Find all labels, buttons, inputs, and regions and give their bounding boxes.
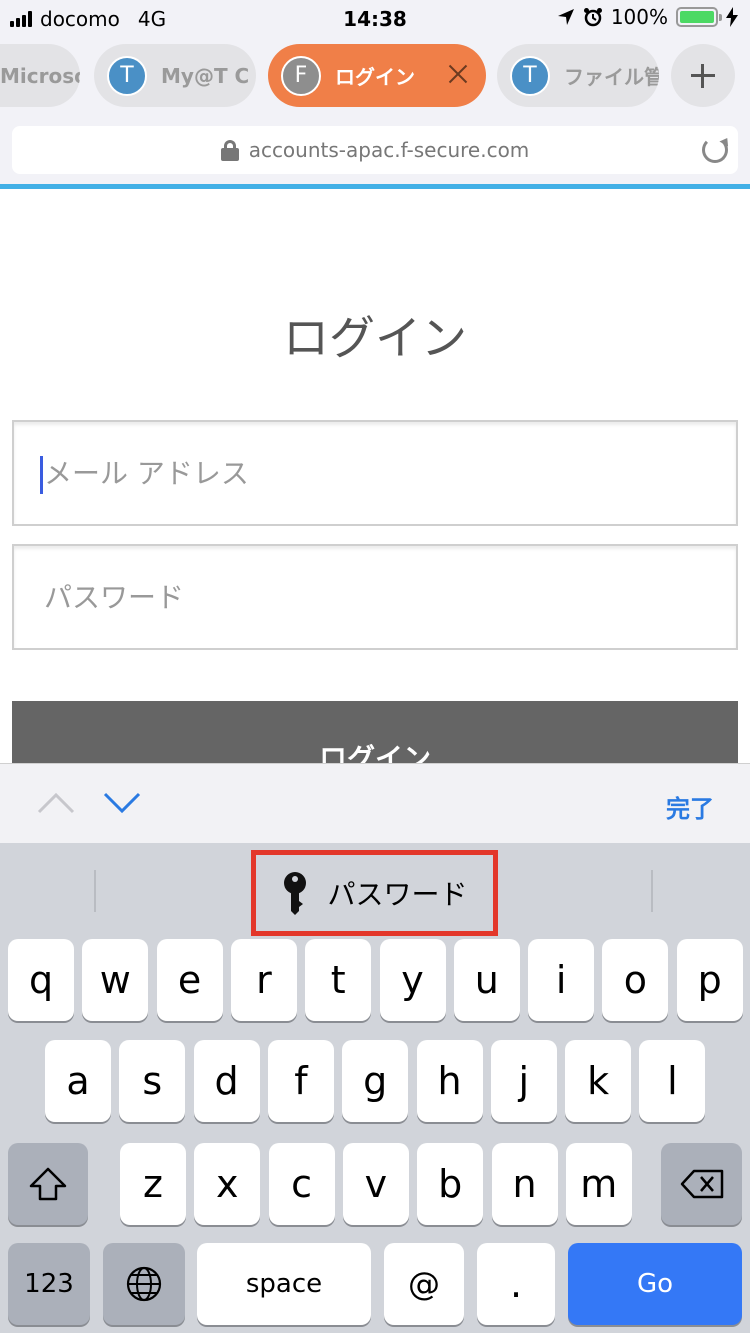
next-field-chevron-down-icon[interactable] xyxy=(102,788,142,818)
tab-label: ログイン xyxy=(335,65,415,89)
key-g[interactable]: g xyxy=(342,1040,409,1122)
shift-arrow-icon xyxy=(29,1167,67,1201)
done-button[interactable]: 完了 xyxy=(666,789,714,824)
globe-key[interactable] xyxy=(103,1243,185,1325)
key-p[interactable]: p xyxy=(676,939,743,1021)
key-y[interactable]: y xyxy=(379,939,446,1021)
battery-percent: 100% xyxy=(610,5,668,29)
close-tab-icon[interactable] xyxy=(444,60,472,88)
charging-bolt-icon xyxy=(726,7,738,27)
globe-icon xyxy=(126,1266,162,1302)
at-key[interactable]: @ xyxy=(384,1243,464,1325)
space-key[interactable]: space xyxy=(197,1243,371,1325)
tab-label: ファイル管 xyxy=(564,65,659,89)
key-k[interactable]: k xyxy=(565,1040,632,1122)
email-field[interactable] xyxy=(12,420,738,526)
battery-icon xyxy=(676,7,722,27)
location-arrow-icon xyxy=(557,9,574,25)
key-w[interactable]: w xyxy=(82,939,149,1021)
numbers-key[interactable]: 123 xyxy=(8,1243,90,1325)
page-title: ログイン xyxy=(283,311,467,365)
reload-icon[interactable] xyxy=(702,137,728,163)
key-icon xyxy=(284,872,307,915)
email-input[interactable] xyxy=(14,422,736,524)
go-key[interactable]: Go xyxy=(568,1243,742,1325)
key-q[interactable]: q xyxy=(8,939,74,1021)
backspace-icon xyxy=(680,1169,723,1199)
previous-field-chevron-up-icon[interactable] xyxy=(36,788,76,818)
key-c[interactable]: c xyxy=(268,1143,335,1225)
key-r[interactable]: r xyxy=(230,939,297,1021)
key-n[interactable]: n xyxy=(491,1143,558,1225)
key-z[interactable]: z xyxy=(120,1143,186,1225)
key-a[interactable]: a xyxy=(45,1040,111,1122)
text-cursor xyxy=(40,456,43,494)
key-v[interactable]: v xyxy=(342,1143,409,1225)
shift-key[interactable] xyxy=(8,1143,88,1225)
key-m[interactable]: m xyxy=(565,1143,632,1225)
key-f[interactable]: f xyxy=(267,1040,334,1122)
suggestion-label: パスワード xyxy=(327,878,468,911)
tab-label: My@T C xyxy=(161,63,250,88)
tab-avatar: T xyxy=(510,55,550,96)
keyboard: パスワード 123 space @ . Go qwertyuiop asdfghj… xyxy=(0,843,750,1333)
key-d[interactable]: d xyxy=(193,1040,260,1122)
key-o[interactable]: o xyxy=(602,939,669,1021)
tab-avatar: T xyxy=(107,55,147,96)
key-s[interactable]: s xyxy=(119,1040,186,1122)
alarm-icon xyxy=(583,8,602,27)
tab-microsoft[interactable]: Microsof xyxy=(0,44,80,107)
address-area: accounts-apac.f-secure.com xyxy=(0,112,750,184)
key-x[interactable]: x xyxy=(194,1143,261,1225)
key-i[interactable]: i xyxy=(528,939,595,1021)
key-b[interactable]: b xyxy=(417,1143,484,1225)
tab-login[interactable]: F ログイン xyxy=(268,44,486,107)
tab-label: Microsof xyxy=(0,63,80,88)
password-autofill-suggestion[interactable]: パスワード xyxy=(251,850,498,936)
backspace-key[interactable] xyxy=(661,1143,742,1225)
keyboard-accessory-bar: 完了 xyxy=(0,763,750,843)
new-tab-button[interactable] xyxy=(671,44,735,107)
dot-key[interactable]: . xyxy=(477,1243,555,1325)
status-bar: docomo 4G 14:38 100% xyxy=(0,0,750,40)
suggestion-divider xyxy=(94,870,96,912)
password-input[interactable] xyxy=(14,546,736,648)
tab-my-at-t[interactable]: T My@T C xyxy=(94,44,256,107)
key-h[interactable]: h xyxy=(416,1040,483,1122)
url-text: accounts-apac.f-secure.com xyxy=(248,138,530,162)
tab-avatar: F xyxy=(281,55,321,96)
tab-strip: Microsof T My@T C F ログイン T ファイル管 xyxy=(0,40,750,112)
page-load-progress xyxy=(0,184,750,189)
key-e[interactable]: e xyxy=(156,939,223,1021)
address-bar[interactable]: accounts-apac.f-secure.com xyxy=(12,126,738,174)
password-field[interactable] xyxy=(12,544,738,650)
suggestion-divider xyxy=(651,870,653,912)
tab-file-manager[interactable]: T ファイル管 xyxy=(497,44,659,107)
lock-icon xyxy=(220,140,239,161)
key-u[interactable]: u xyxy=(453,939,520,1021)
key-l[interactable]: l xyxy=(639,1040,706,1122)
key-j[interactable]: j xyxy=(490,1040,557,1122)
key-t[interactable]: t xyxy=(305,939,372,1021)
login-button[interactable]: ログイン xyxy=(12,701,738,763)
